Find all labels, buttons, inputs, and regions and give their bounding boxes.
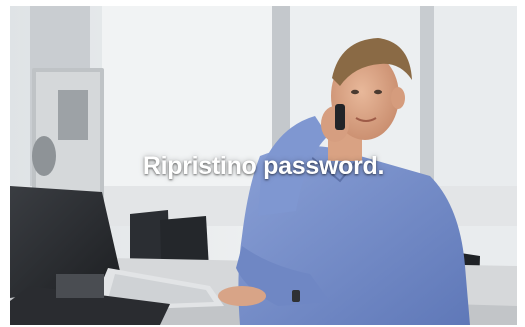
page-title: Ripristino password. <box>142 152 385 180</box>
hero-banner: Ripristino password. <box>10 6 517 325</box>
